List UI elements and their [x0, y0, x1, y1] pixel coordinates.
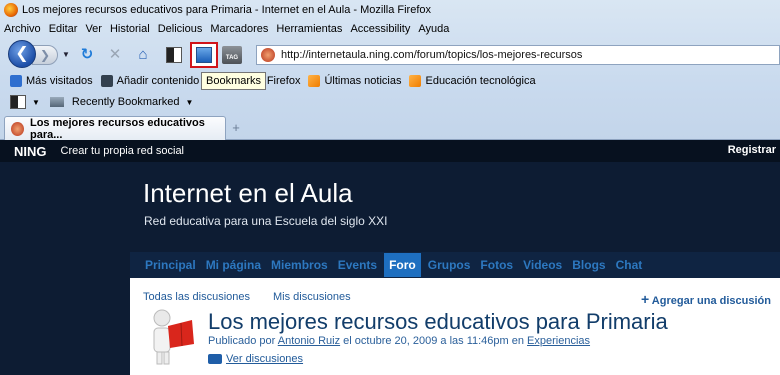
- stop-icon[interactable]: ✕: [106, 46, 124, 64]
- recently-bookmarked[interactable]: Recently Bookmarked: [72, 96, 180, 108]
- nav-miembros[interactable]: Miembros: [268, 254, 331, 276]
- back-button[interactable]: ❮: [8, 40, 36, 68]
- nav-grupos[interactable]: Grupos: [425, 254, 474, 276]
- menu-ayuda[interactable]: Ayuda: [418, 23, 449, 35]
- meta-prefix: Publicado por: [208, 335, 276, 347]
- bookmarks-icon: [196, 47, 212, 63]
- rss-icon: [308, 75, 321, 87]
- main-content: Todas las discusiones Mis discusiones + …: [130, 278, 780, 375]
- add-discussion-link[interactable]: + Agregar una discusión: [641, 291, 771, 307]
- home-icon[interactable]: ⌂: [134, 46, 152, 64]
- tab-active[interactable]: Los mejores recursos educativos para...: [4, 116, 226, 141]
- menu-ver[interactable]: Ver: [85, 23, 102, 35]
- url-text[interactable]: http://internetaula.ning.com/forum/topic…: [281, 49, 582, 61]
- ning-bar: NING Crear tu propia red social Registra…: [0, 140, 780, 162]
- bookmark-anadir-contenido[interactable]: Añadir contenido: [100, 75, 200, 87]
- url-bar[interactable]: http://internetaula.ning.com/forum/topic…: [256, 45, 780, 65]
- bookmarks-toolbar: Más visitados Añadir contenido a usar Fi…: [0, 70, 780, 92]
- firefox-logo-icon: [4, 3, 18, 17]
- menu-bar: Archivo Editar Ver Historial Delicious M…: [0, 20, 780, 38]
- recently-bookmarked-icon: [49, 97, 64, 107]
- bookmarks-button[interactable]: [190, 42, 218, 68]
- site-title[interactable]: Internet en el Aula: [143, 178, 353, 209]
- bookmark-folder-icon: [10, 75, 22, 87]
- nav-foro[interactable]: Foro: [384, 253, 421, 277]
- all-discussions-link[interactable]: Todas las discusiones: [143, 291, 250, 303]
- category-link[interactable]: Experiencias: [527, 335, 590, 347]
- nav-blogs[interactable]: Blogs: [569, 254, 608, 276]
- site-navigation: Principal Mi página Miembros Events Foro…: [130, 252, 780, 278]
- bookmark-label: Añadir contenido: [116, 75, 200, 87]
- site-favicon-icon: [261, 48, 275, 62]
- nav-mi-pagina[interactable]: Mi página: [203, 254, 264, 276]
- browser-chrome: Los mejores recursos educativos para Pri…: [0, 0, 780, 141]
- plus-icon: +: [640, 291, 650, 307]
- ning-logo[interactable]: NING: [14, 144, 47, 159]
- my-discussions-link[interactable]: Mis discusiones: [273, 291, 351, 303]
- site-subtitle: Red educativa para una Escuela del siglo…: [144, 214, 388, 228]
- rss-icon: [409, 75, 422, 87]
- reading-figure-icon: [153, 309, 194, 365]
- nav-chat[interactable]: Chat: [613, 254, 646, 276]
- nav-events[interactable]: Events: [335, 254, 380, 276]
- delicious-small-icon[interactable]: [10, 95, 26, 109]
- menu-herramientas[interactable]: Herramientas: [276, 23, 342, 35]
- history-dropdown-icon[interactable]: ▼: [62, 50, 70, 59]
- navigation-toolbar: ❯ ❮ ▼ ↻ ✕ ⌂ TAG http://internetaula.ning…: [0, 38, 780, 68]
- bookmark-label: Educación tecnológica: [425, 75, 536, 87]
- view-discussions[interactable]: Ver discusiones: [208, 353, 303, 365]
- nav-videos[interactable]: Videos: [520, 254, 565, 276]
- delicious-icon[interactable]: [166, 47, 182, 63]
- bookmark-ultimas-noticias[interactable]: Últimas noticias: [308, 75, 401, 87]
- secondary-toolbar: ▼ Recently Bookmarked ▼: [0, 92, 780, 112]
- nav-principal[interactable]: Principal: [142, 254, 199, 276]
- site-favicon-icon: [11, 121, 24, 136]
- meta-date: el octubre 20, 2009 a las 11:46pm en: [343, 335, 524, 347]
- window-title: Los mejores recursos educativos para Pri…: [22, 4, 432, 16]
- tab-title: Los mejores recursos educativos para...: [29, 116, 205, 141]
- post-meta: Publicado por Antonio Ruiz el octubre 20…: [208, 335, 590, 347]
- menu-archivo[interactable]: Archivo: [4, 23, 41, 35]
- new-tab-button[interactable]: +: [228, 118, 244, 138]
- menu-delicious[interactable]: Delicious: [158, 23, 203, 35]
- bookmark-label: Más visitados: [26, 75, 93, 87]
- menu-historial[interactable]: Historial: [110, 23, 150, 35]
- menu-accessibility[interactable]: Accessibility: [350, 23, 410, 35]
- bookmark-educacion-tecnologica[interactable]: Educación tecnológica: [409, 75, 536, 87]
- create-network-link[interactable]: Crear tu propia red social: [61, 145, 185, 157]
- register-link[interactable]: Registrar: [728, 144, 776, 156]
- tab-bar: Los mejores recursos educativos para... …: [0, 112, 780, 141]
- title-bar: Los mejores recursos educativos para Pri…: [0, 0, 780, 20]
- chevron-down-icon[interactable]: ▼: [32, 98, 40, 107]
- chevron-down-icon[interactable]: ▼: [186, 98, 194, 107]
- author-link[interactable]: Antonio Ruiz: [278, 335, 340, 347]
- bookmarks-tooltip: Bookmarks: [201, 72, 267, 90]
- nav-fotos[interactable]: Fotos: [477, 254, 516, 276]
- reload-icon[interactable]: ↻: [78, 46, 96, 64]
- menu-editar[interactable]: Editar: [49, 23, 78, 35]
- bookmark-label: Últimas noticias: [324, 75, 402, 87]
- tag-button[interactable]: TAG: [222, 46, 242, 64]
- delicious-small-icon: [100, 75, 113, 87]
- bookmark-mas-visitados[interactable]: Más visitados: [10, 75, 93, 87]
- post-title: Los mejores recursos educativos para Pri…: [208, 309, 668, 334]
- binoculars-icon: [208, 354, 222, 364]
- site-header: Internet en el Aula Red educativa para u…: [0, 162, 780, 252]
- add-discussion-label: Agregar una discusión: [651, 295, 771, 307]
- view-discussions-link[interactable]: Ver discusiones: [226, 353, 303, 365]
- menu-marcadores[interactable]: Marcadores: [210, 23, 268, 35]
